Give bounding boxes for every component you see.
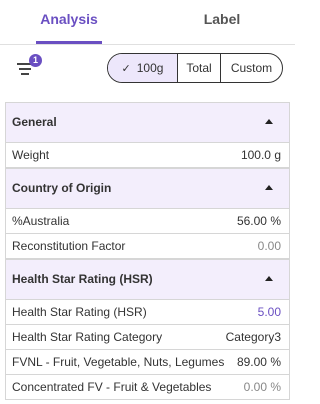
table-row: %Australia 56.00 % (6, 209, 289, 234)
row-label: Weight (12, 148, 50, 162)
section-title: General (12, 115, 57, 129)
basis-100g-label: 100g (136, 61, 164, 75)
section-header-health-star-rating[interactable]: Health Star Rating (HSR) (6, 259, 289, 300)
section-title: Country of Origin (12, 181, 112, 195)
collapse-caret-icon (265, 185, 273, 190)
row-value: 5.00 (257, 305, 281, 319)
toolbar: 1 ✓ 100g Total Custom (0, 45, 295, 95)
row-label: Reconstitution Factor (12, 239, 126, 253)
row-label: FVNL - Fruit, Vegetable, Nuts, Legumes (12, 355, 225, 369)
row-label: Health Star Rating Category (12, 330, 163, 344)
row-value: 89.00 % (236, 355, 281, 369)
row-value: 0.00 (257, 239, 281, 253)
tab-analysis[interactable]: Analysis (36, 0, 102, 44)
row-value: Category3 (225, 330, 281, 344)
collapse-caret-icon (265, 119, 273, 124)
table-row: Concentrated FV - Fruit & Vegetables 0.0… (6, 375, 289, 399)
basis-100g-button[interactable]: ✓ 100g (108, 54, 178, 82)
filter-button[interactable]: 1 (15, 54, 45, 83)
basis-total-button[interactable]: Total (178, 54, 221, 82)
basis-toggle: ✓ 100g Total Custom (107, 53, 283, 83)
tab-label[interactable]: Label (188, 0, 256, 44)
table-row: FVNL - Fruit, Vegetable, Nuts, Legumes 8… (6, 350, 289, 375)
section-header-general[interactable]: General (6, 103, 289, 143)
table-row: Health Star Rating Category Category3 (6, 325, 289, 350)
active-tab-indicator (36, 41, 102, 44)
row-label: %Australia (12, 214, 70, 228)
section-header-country-of-origin[interactable]: Country of Origin (6, 168, 289, 209)
tab-bar: Analysis Label (0, 0, 295, 45)
table-row: Weight 100.0 g (6, 143, 289, 168)
table-row: Health Star Rating (HSR) 5.00 (6, 300, 289, 325)
row-label: Health Star Rating (HSR) (12, 305, 147, 319)
table-row: Reconstitution Factor 0.00 (6, 234, 289, 259)
row-value: 56.00 % (236, 214, 281, 228)
filter-count-badge: 1 (29, 54, 42, 67)
row-label: Concentrated FV - Fruit & Vegetables (12, 380, 212, 394)
collapse-caret-icon (265, 276, 273, 281)
row-value: 0.00 % (243, 380, 281, 394)
row-value: 100.0 g (240, 148, 281, 162)
analysis-table: General Weight 100.0 g Country of Origin… (5, 102, 290, 400)
check-icon: ✓ (121, 63, 131, 75)
basis-custom-button[interactable]: Custom (221, 54, 282, 82)
section-title: Health Star Rating (HSR) (12, 272, 153, 286)
